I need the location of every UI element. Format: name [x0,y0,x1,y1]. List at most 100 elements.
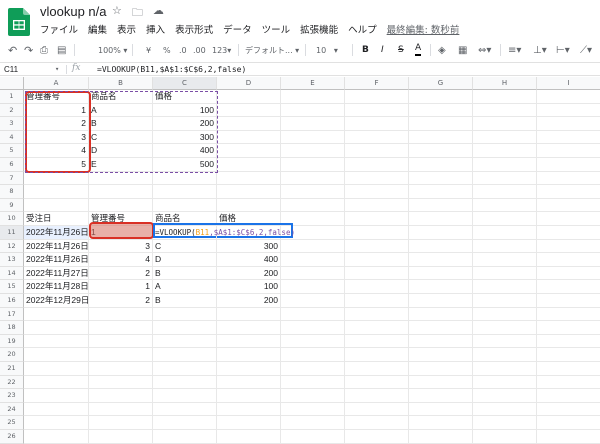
column-header-d[interactable]: D [217,77,281,90]
star-icon[interactable]: ☆ [112,4,122,23]
grid-cell[interactable] [409,185,473,199]
grid-cell[interactable] [409,103,473,118]
grid-cell[interactable] [537,185,600,199]
grid-cell[interactable] [217,321,281,335]
grid-cell[interactable] [409,307,473,322]
grid-cell[interactable] [473,212,537,226]
percent-format-button[interactable]: % [163,40,171,60]
grid-cell[interactable] [409,402,473,417]
row-header-9[interactable]: 9 [0,198,24,213]
grid-cell[interactable] [537,212,600,226]
grid-cell[interactable] [473,362,537,376]
bold-button[interactable]: B [362,40,369,60]
grid-cell[interactable] [537,117,600,131]
grid-cell[interactable] [409,226,473,240]
menu-insert[interactable]: 挿入 [146,22,165,36]
grid-cell[interactable] [345,294,409,308]
grid-cell[interactable] [409,253,473,267]
cell-c14[interactable]: B [153,266,217,281]
grid-cell[interactable] [24,198,89,213]
menu-data[interactable]: データ [223,22,252,36]
grid-cell[interactable] [153,348,217,362]
grid-cell[interactable] [409,90,473,104]
grid-cell[interactable] [217,198,281,213]
grid-cell[interactable] [24,362,89,376]
row-header-20[interactable]: 20 [0,348,24,362]
strikethrough-button[interactable]: S [398,40,404,60]
cell-a12[interactable]: 2022年11月26日 [24,239,89,254]
font-family-select[interactable]: デフォルト... ▾ [245,40,299,60]
column-header-f[interactable]: F [345,77,409,90]
cell-a16[interactable]: 2022年12月29日 [24,294,89,308]
grid-cell[interactable] [409,430,473,444]
grid-cell[interactable] [409,158,473,172]
grid-cell[interactable] [217,362,281,376]
grid-cell[interactable] [217,334,281,349]
grid-cell[interactable] [345,321,409,335]
grid-cell[interactable] [409,334,473,349]
grid-cell[interactable] [409,239,473,254]
grid-cell[interactable] [153,402,217,417]
grid-cell[interactable] [24,416,89,430]
cell-b12[interactable]: 3 [89,239,153,254]
grid-cell[interactable] [24,307,89,322]
grid-cell[interactable] [537,253,600,267]
grid-cell[interactable] [217,389,281,403]
grid-cell[interactable] [217,90,281,104]
last-edit-link[interactable]: 最終編集: 数秒前 [387,22,460,36]
row-header-22[interactable]: 22 [0,375,24,390]
grid-cell[interactable] [24,402,89,417]
grid-cell[interactable] [281,416,345,430]
grid-cell[interactable] [537,90,600,104]
cell-c12[interactable]: C [153,239,217,254]
grid-cell[interactable] [281,321,345,335]
cell-a11[interactable]: 2022年11月26日 [24,226,89,240]
grid-cell[interactable] [473,348,537,362]
move-to-folder-icon[interactable]: 🗀 [132,4,143,23]
grid-cell[interactable] [537,199,600,213]
undo-icon[interactable]: ↶ [8,40,17,60]
grid-cell[interactable] [537,172,600,186]
grid-cell[interactable] [153,198,217,213]
grid-cell[interactable] [345,226,409,240]
grid-cell[interactable] [345,198,409,213]
grid-cell[interactable] [345,307,409,322]
row-header-21[interactable]: 21 [0,362,24,376]
grid-cell[interactable] [89,185,153,199]
grid-cell[interactable] [473,130,537,145]
grid-cell[interactable] [473,198,537,213]
row-header-14[interactable]: 14 [0,266,24,281]
grid-cell[interactable] [409,375,473,390]
grid-cell[interactable] [409,389,473,403]
grid-cell[interactable] [24,334,89,349]
grid-cell[interactable] [473,430,537,444]
paint-format-icon[interactable]: ▤ [57,40,66,60]
font-size-select[interactable]: 10 ▾ [316,40,338,60]
row-header-24[interactable]: 24 [0,402,24,417]
grid-cell[interactable] [537,335,600,349]
grid-cell[interactable] [345,280,409,294]
grid-cell[interactable] [217,158,281,172]
column-header-b[interactable]: B [89,77,153,90]
grid-cell[interactable] [537,226,600,240]
grid-cell[interactable] [537,376,600,390]
grid-cell[interactable] [217,375,281,390]
grid-cell[interactable] [473,416,537,430]
vertical-align-icon[interactable]: ⊥▾ [533,40,547,60]
grid-cell[interactable] [281,307,345,322]
row-header-18[interactable]: 18 [0,321,24,335]
grid-cell[interactable] [281,362,345,376]
grid-cell[interactable] [537,348,600,362]
row-header-11[interactable]: 11 [0,226,24,240]
grid-cell[interactable] [345,402,409,417]
grid-cell[interactable] [345,253,409,267]
grid-cell[interactable] [345,212,409,226]
grid-cell[interactable] [89,348,153,362]
grid-cell[interactable] [24,430,89,444]
grid-cell[interactable] [409,362,473,376]
grid-cell[interactable] [473,144,537,158]
grid-cell[interactable] [217,402,281,417]
grid-cell[interactable] [473,375,537,390]
grid-cell[interactable] [537,430,600,444]
grid-cell[interactable] [345,90,409,104]
